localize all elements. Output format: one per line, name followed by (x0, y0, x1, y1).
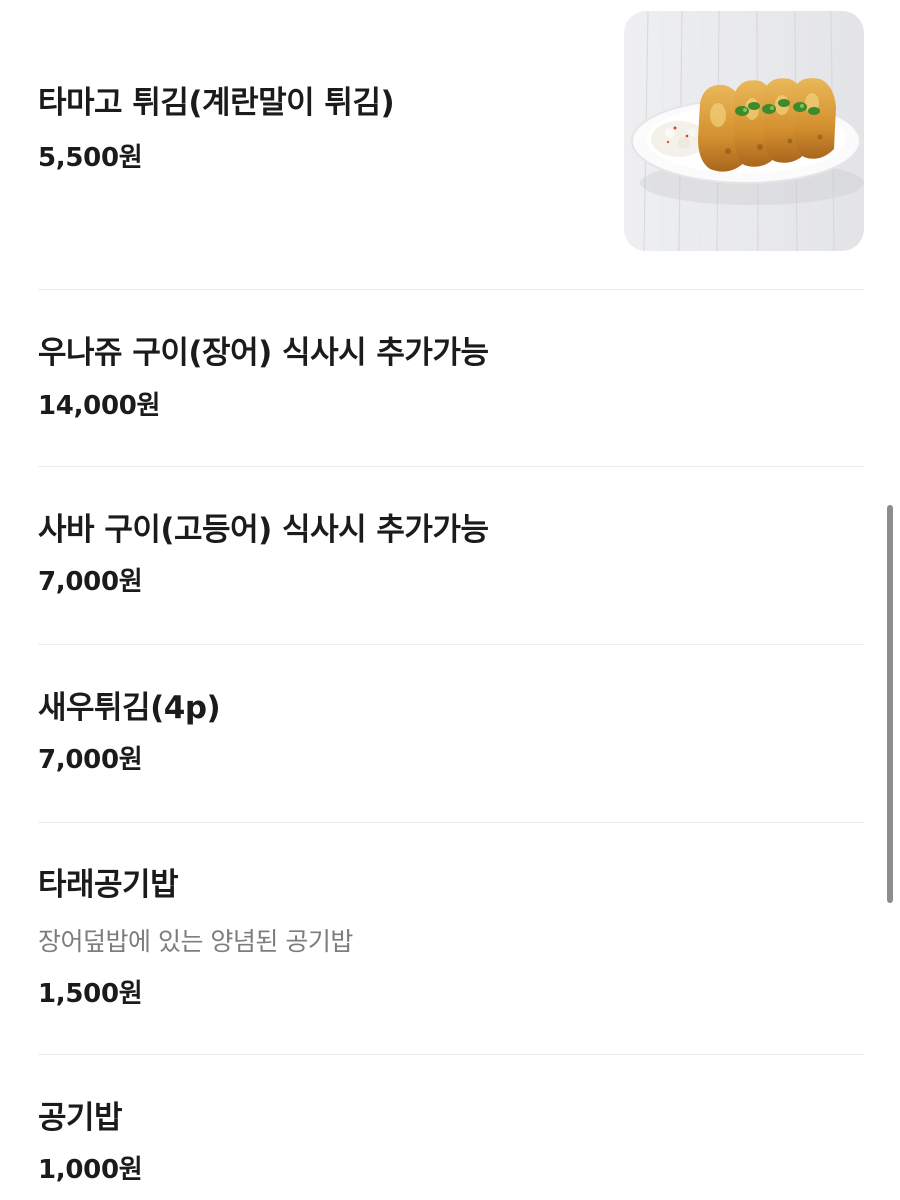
menu-item-shrimp-tempura[interactable]: 새우튀김(4p) 7,000원 (38, 645, 864, 823)
menu-item-tare-rice[interactable]: 타래공기밥 장어덮밥에 있는 양념된 공기밥 1,500원 (38, 823, 864, 1055)
menu-item-name: 공기밥 (38, 1100, 123, 1136)
menu-item-photo[interactable] (624, 11, 864, 251)
menu-item-price: 5,500원 (38, 143, 143, 173)
menu-item-name: 우나쥬 구이(장어) 식사시 추가가능 (38, 335, 489, 371)
menu-item-price: 14,000원 (38, 391, 161, 421)
menu-item-price: 7,000원 (38, 745, 143, 775)
menu-item-tamago-fry[interactable]: 타마고 튀김(계란말이 튀김) 5,500원 (38, 0, 864, 290)
menu-item-name: 타마고 튀김(계란말이 튀김) (38, 85, 395, 121)
menu-item-price: 7,000원 (38, 567, 143, 597)
menu-list: 타마고 튀김(계란말이 튀김) 5,500원 우나쥬 구이(장어) 식사시 추가… (0, 0, 900, 1200)
menu-item-name: 타래공기밥 (38, 867, 179, 903)
menu-item-unaju-grill[interactable]: 우나쥬 구이(장어) 식사시 추가가능 14,000원 (38, 290, 864, 467)
menu-item-description: 장어덮밥에 있는 양념된 공기밥 (38, 927, 353, 956)
menu-item-rice[interactable]: 공기밥 1,000원 (38, 1055, 864, 1200)
menu-item-price: 1,500원 (38, 979, 143, 1009)
menu-item-name: 사바 구이(고등어) 식사시 추가가능 (38, 512, 489, 548)
scrollbar-thumb[interactable] (887, 505, 893, 903)
rolled-omelette-photo-icon (624, 11, 864, 251)
menu-item-name: 새우튀김(4p) (38, 690, 221, 726)
menu-item-price: 1,000원 (38, 1155, 143, 1185)
menu-item-saba-grill[interactable]: 사바 구이(고등어) 식사시 추가가능 7,000원 (38, 467, 864, 645)
scrollbar[interactable] (886, 0, 894, 1200)
